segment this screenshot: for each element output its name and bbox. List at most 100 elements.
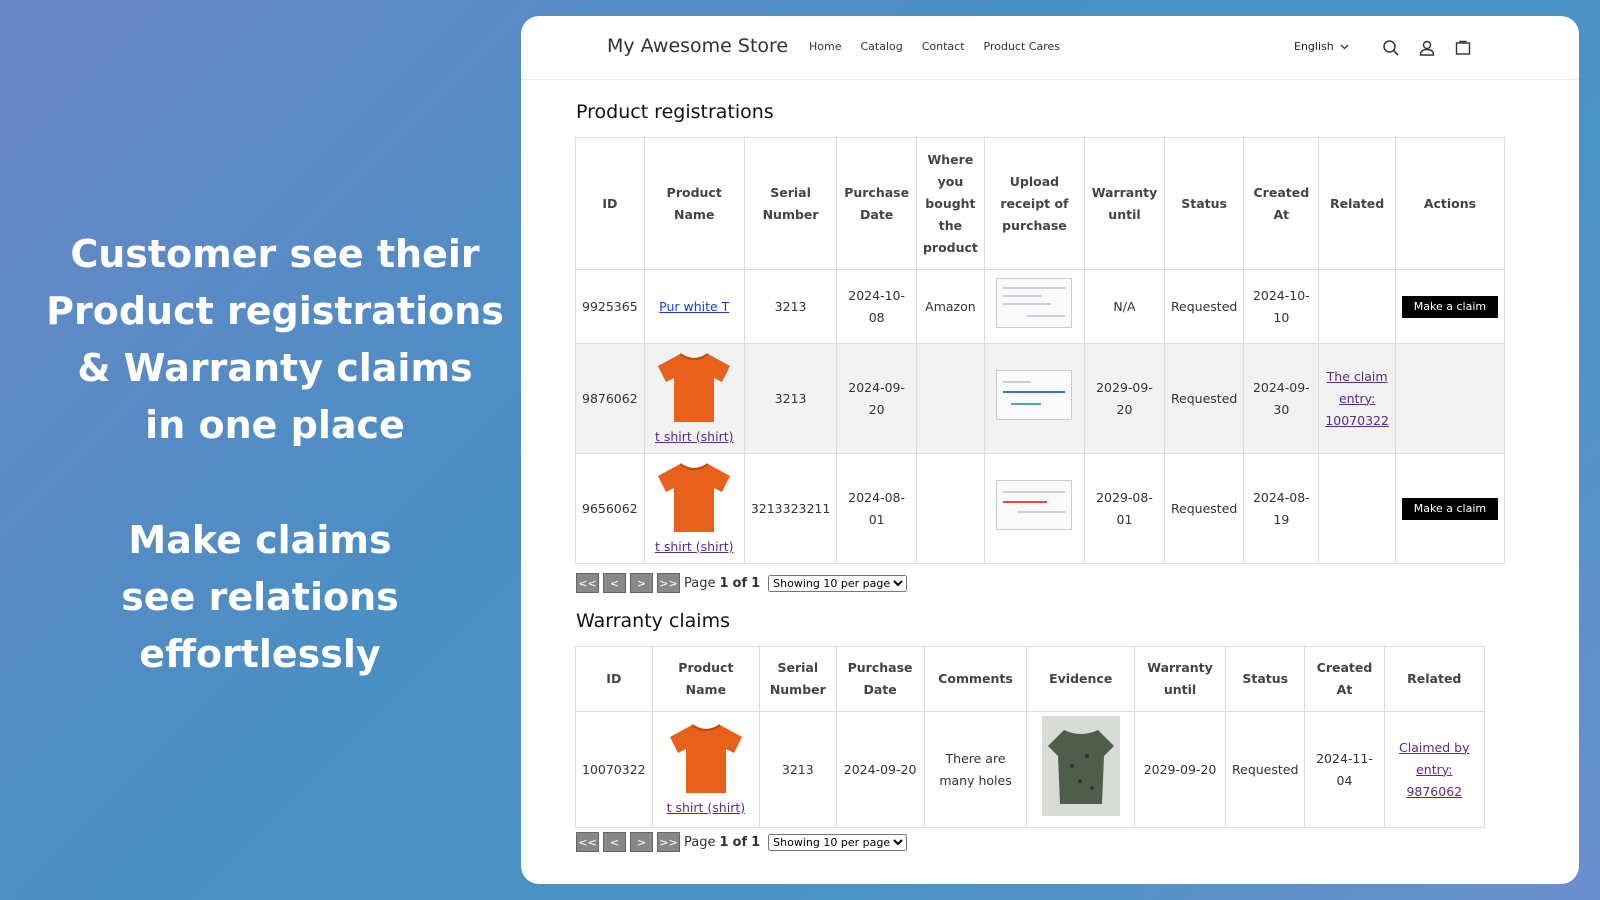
col-evidence: Evidence xyxy=(1026,646,1136,712)
promo-headline-line: Product registrations xyxy=(46,289,504,333)
make-claim-button[interactable]: Make a claim xyxy=(1401,498,1498,520)
main-nav: Home Catalog Contact Product Cares xyxy=(809,40,1060,53)
last-page-button[interactable]: >> xyxy=(657,832,680,852)
nav-product-cares[interactable]: Product Cares xyxy=(984,40,1060,53)
receipt-thumbnail[interactable] xyxy=(996,370,1073,420)
col-purchase-date: Purchase Date xyxy=(835,646,925,712)
language-label: English xyxy=(1294,40,1334,53)
promo-subline-line: see relations xyxy=(121,575,399,619)
cell-where: Amazon xyxy=(915,269,985,344)
make-claim-button[interactable]: Make a claim xyxy=(1401,296,1498,318)
promo-headline-line: & Warranty claims xyxy=(77,346,473,390)
next-page-button[interactable]: > xyxy=(630,832,653,852)
promo-headline-line: Customer see their xyxy=(70,232,480,276)
product-link[interactable]: t shirt (shirt) xyxy=(655,539,734,554)
cell-created: 2024-11-04 xyxy=(1304,711,1385,828)
registrations-title: Product registrations xyxy=(576,101,774,123)
col-created-at: Created At xyxy=(1243,137,1320,270)
receipt-thumbnail[interactable] xyxy=(996,278,1073,328)
col-comments: Comments xyxy=(923,646,1028,712)
last-page-button[interactable]: >> xyxy=(657,573,680,593)
cell-where xyxy=(915,453,985,564)
prev-page-button[interactable]: < xyxy=(603,832,626,852)
cell-product: t shirt (shirt) xyxy=(643,343,745,454)
header-icons xyxy=(1381,38,1473,58)
nav-home[interactable]: Home xyxy=(809,40,841,53)
page-word: Page xyxy=(684,834,716,850)
col-receipt: Upload receipt of purchase xyxy=(983,137,1086,270)
cell-related xyxy=(1318,453,1396,564)
cart-icon[interactable] xyxy=(1453,38,1473,58)
page-total: 1 xyxy=(751,834,761,850)
related-entry-link[interactable]: Claimed by entry: 9876062 xyxy=(1399,740,1469,799)
store-title[interactable]: My Awesome Store xyxy=(607,35,788,57)
tshirt-image[interactable] xyxy=(656,460,732,534)
table-row: 9876062 t shirt (shirt) 3213 2024-09-20 … xyxy=(575,343,1506,454)
promo-subline-line: effortlessly xyxy=(139,632,381,676)
cell-created: 2024-08-19 xyxy=(1243,453,1320,564)
evidence-image[interactable] xyxy=(1041,716,1120,816)
store-header: My Awesome Store Home Catalog Contact Pr… xyxy=(521,16,1579,80)
cell-serial: 3213 xyxy=(759,711,837,828)
cell-id: 10070322 xyxy=(575,711,653,828)
per-page-select[interactable]: Showing 10 per page xyxy=(768,574,908,592)
cell-id: 9925365 xyxy=(575,269,645,344)
promo-headline: Customer see their Product registrations… xyxy=(20,226,530,454)
cell-product: t shirt (shirt) xyxy=(651,711,761,828)
page-total: 1 xyxy=(751,575,761,591)
cell-id: 9656062 xyxy=(575,453,645,564)
first-page-button[interactable]: << xyxy=(576,573,599,593)
cell-comments: There are many holes xyxy=(923,711,1028,828)
nav-contact[interactable]: Contact xyxy=(922,40,965,53)
col-related: Related xyxy=(1383,646,1486,712)
cell-status: Requested xyxy=(1163,453,1245,564)
of-word: of xyxy=(732,834,748,850)
cell-receipt xyxy=(983,269,1086,344)
cell-purchase-date: 2024-09-20 xyxy=(836,343,917,454)
receipt-thumbnail[interactable] xyxy=(996,480,1073,530)
language-selector[interactable]: English xyxy=(1294,40,1349,53)
product-link[interactable]: t shirt (shirt) xyxy=(667,800,746,815)
next-page-button[interactable]: > xyxy=(630,573,653,593)
col-warranty-until: Warranty until xyxy=(1084,137,1165,270)
promo-subline: Make claims see relations effortlessly xyxy=(20,512,500,683)
page-number: 1 xyxy=(719,575,729,591)
cell-where xyxy=(915,343,985,454)
table-header-row: ID Product Name Serial Number Purchase D… xyxy=(575,646,1486,712)
promo-panel: Customer see their Product registrations… xyxy=(0,0,530,900)
related-claim-link[interactable]: The claim entry: 10070322 xyxy=(1325,369,1389,428)
store-window: My Awesome Store Home Catalog Contact Pr… xyxy=(521,16,1579,884)
cell-status: Requested xyxy=(1163,269,1245,344)
claims-pager: << < > >> Page 1 of 1 Showing 10 per pag… xyxy=(576,832,908,852)
cell-actions: Make a claim xyxy=(1394,453,1506,564)
claims-table: ID Product Name Serial Number Purchase D… xyxy=(575,646,1486,828)
account-icon[interactable] xyxy=(1417,38,1437,58)
cell-actions: Make a claim xyxy=(1394,269,1506,344)
cell-purchase-date: 2024-10-08 xyxy=(836,269,917,344)
cell-product: t shirt (shirt) xyxy=(643,453,745,564)
cell-created: 2024-09-30 xyxy=(1243,343,1320,454)
search-icon[interactable] xyxy=(1381,38,1401,58)
product-link[interactable]: Pur white T xyxy=(659,299,729,314)
col-id: ID xyxy=(575,137,645,270)
cell-related: Claimed by entry: 9876062 xyxy=(1383,711,1486,828)
cell-product: Pur white T xyxy=(643,269,745,344)
tshirt-image[interactable] xyxy=(668,721,744,795)
col-created-at: Created At xyxy=(1304,646,1385,712)
col-product-name: Product Name xyxy=(651,646,761,712)
cell-warranty: 2029-09-20 xyxy=(1134,711,1227,828)
per-page-select[interactable]: Showing 10 per page xyxy=(768,833,908,851)
prev-page-button[interactable]: < xyxy=(603,573,626,593)
col-id: ID xyxy=(575,646,653,712)
tshirt-image[interactable] xyxy=(656,350,732,424)
col-status: Status xyxy=(1163,137,1245,270)
col-serial-number: Serial Number xyxy=(743,137,838,270)
first-page-button[interactable]: << xyxy=(576,832,599,852)
product-link[interactable]: t shirt (shirt) xyxy=(655,429,734,444)
cell-related xyxy=(1318,269,1396,344)
nav-catalog[interactable]: Catalog xyxy=(860,40,902,53)
registrations-table: ID Product Name Serial Number Purchase D… xyxy=(575,137,1506,564)
cell-actions xyxy=(1394,343,1506,454)
cell-warranty: 2029-09-20 xyxy=(1084,343,1165,454)
col-related: Related xyxy=(1318,137,1396,270)
